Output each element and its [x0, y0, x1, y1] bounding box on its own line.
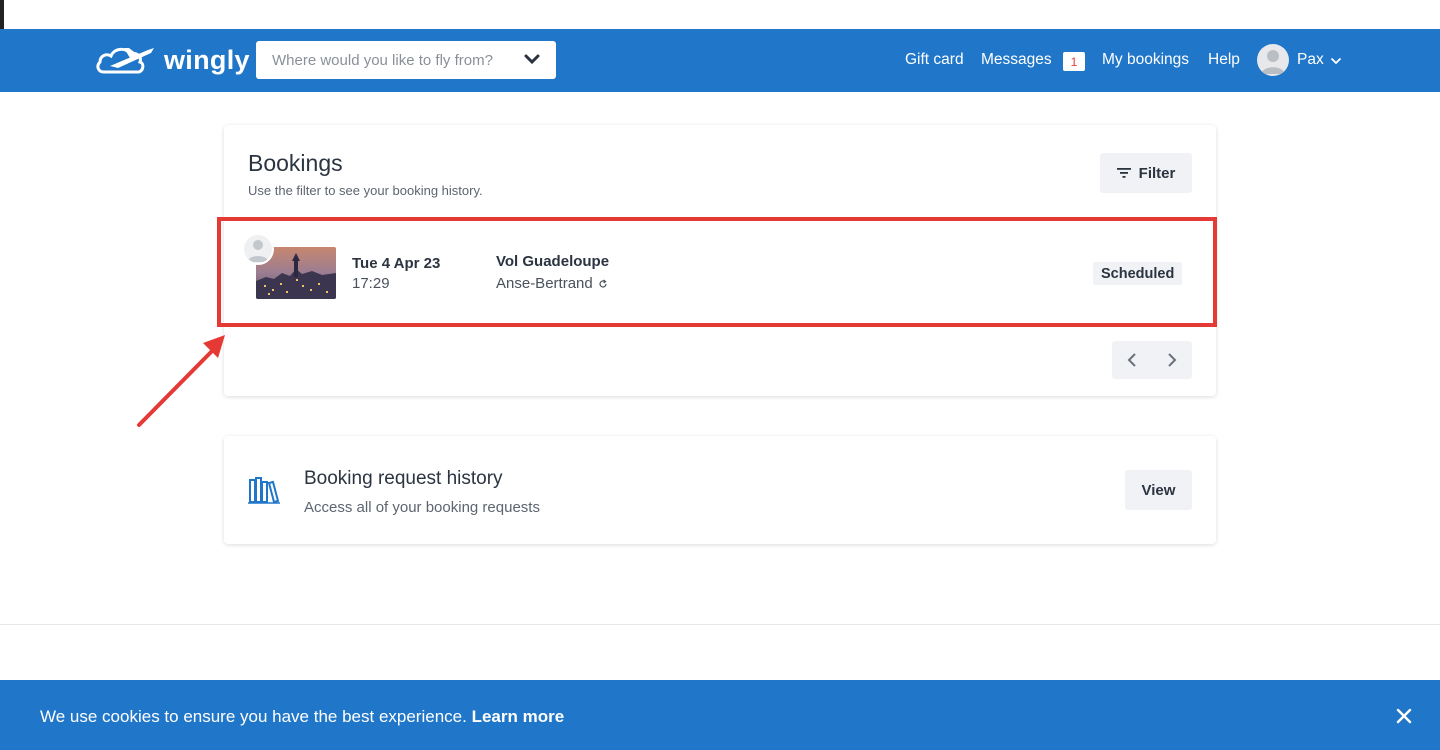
- nav-help[interactable]: Help: [1208, 51, 1240, 69]
- arrow-annotation-icon: [137, 335, 225, 427]
- prev-page-button[interactable]: [1112, 341, 1152, 379]
- cookie-close-button[interactable]: [1394, 706, 1414, 726]
- user-silhouette-icon: [1261, 50, 1285, 74]
- cookie-learn-more-link[interactable]: Learn more: [472, 707, 565, 726]
- top-navbar: wingly Where would you like to fly from?…: [0, 29, 1440, 92]
- departure-search-dropdown[interactable]: Where would you like to fly from?: [256, 41, 556, 79]
- filter-button[interactable]: Filter: [1100, 153, 1192, 193]
- browser-top-strip: [0, 0, 1440, 29]
- pilot-avatar: [242, 233, 274, 265]
- booking-date: Tue 4 Apr 23: [352, 255, 441, 272]
- cookie-text: We use cookies to ensure you have the be…: [40, 707, 467, 726]
- user-menu-name[interactable]: Pax: [1297, 51, 1324, 69]
- pagination: [1112, 341, 1192, 379]
- wingly-logo[interactable]: wingly: [96, 42, 250, 78]
- next-page-button[interactable]: [1152, 341, 1192, 379]
- filter-label: Filter: [1138, 164, 1176, 182]
- view-history-button[interactable]: View: [1125, 470, 1192, 510]
- filter-icon: [1116, 168, 1131, 178]
- bookshelf-icon: [248, 477, 280, 504]
- history-title: Booking request history: [304, 468, 503, 489]
- booking-history-card: Booking request history Access all of yo…: [224, 436, 1216, 544]
- nav-my-bookings[interactable]: My bookings: [1102, 51, 1189, 69]
- user-menu-chevron-icon[interactable]: [1330, 57, 1342, 65]
- bookings-subtitle: Use the filter to see your booking histo…: [248, 183, 483, 198]
- bookings-title: Bookings: [248, 150, 343, 176]
- cookie-banner: We use cookies to ensure you have the be…: [0, 680, 1440, 750]
- chevron-right-icon: [1168, 353, 1177, 367]
- flight-location: Anse-Bertrand: [496, 275, 608, 292]
- nav-messages[interactable]: Messages: [981, 51, 1052, 69]
- booking-time: 17:29: [352, 275, 390, 292]
- chevron-left-icon: [1127, 353, 1136, 367]
- flight-place-name: Anse-Bertrand: [496, 275, 593, 292]
- plane-cloud-icon: [96, 47, 154, 74]
- bookings-card: Bookings Use the filter to see your book…: [224, 125, 1216, 396]
- nav-gift-card[interactable]: Gift card: [905, 51, 964, 69]
- search-placeholder: Where would you like to fly from?: [272, 51, 493, 69]
- messages-count-badge: 1: [1063, 52, 1085, 71]
- round-trip-icon: [599, 279, 607, 288]
- chevron-down-icon: [524, 54, 540, 65]
- user-avatar[interactable]: [1257, 44, 1289, 76]
- close-icon: [1396, 708, 1412, 724]
- status-badge: Scheduled: [1093, 262, 1183, 285]
- footer-divider: [0, 624, 1440, 625]
- history-subtitle: Access all of your booking requests: [304, 499, 540, 516]
- booking-row[interactable]: Tue 4 Apr 23 17:29 Vol Guadeloupe Anse-B…: [224, 225, 1216, 321]
- books-icon: [248, 476, 280, 509]
- flight-title: Vol Guadeloupe: [496, 253, 610, 270]
- brand-name: wingly: [164, 44, 250, 75]
- cookie-message: We use cookies to ensure you have the be…: [40, 707, 564, 727]
- window-edge: [0, 0, 4, 29]
- user-silhouette-icon: [247, 240, 269, 262]
